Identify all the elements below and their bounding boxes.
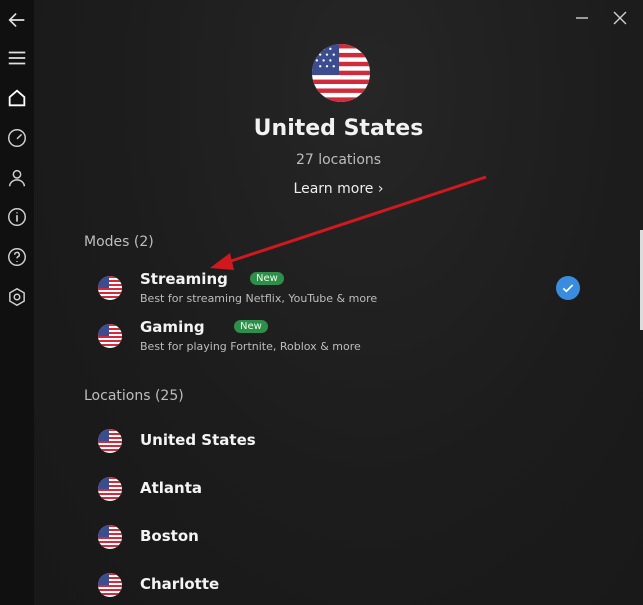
settings-icon <box>9 287 25 307</box>
mode-item-gaming[interactable]: Gaming New Best for playing Fortnite, Ro… <box>98 318 598 358</box>
settings-button[interactable] <box>3 283 31 311</box>
location-name: Atlanta <box>140 479 203 497</box>
mode-description: Best for streaming Netflix, YouTube & mo… <box>140 292 378 305</box>
info-icon <box>8 208 26 226</box>
account-button[interactable] <box>3 164 31 192</box>
mode-description: Best for playing Fortnite, Roblox & more <box>140 340 361 353</box>
location-name: United States <box>140 431 256 449</box>
back-button[interactable] <box>3 6 31 34</box>
mode-item-streaming[interactable]: Streaming New Best for streaming Netflix… <box>98 270 598 310</box>
sidebar <box>0 0 34 605</box>
account-icon <box>8 169 26 187</box>
us-flag-icon <box>98 477 122 501</box>
modes-heading: Modes (2) <box>84 234 154 250</box>
close-icon <box>613 11 627 25</box>
us-flag-icon <box>98 525 122 549</box>
location-count: 27 locations <box>295 152 382 168</box>
help-button[interactable] <box>3 243 31 271</box>
location-name: Charlotte <box>140 575 220 593</box>
speed-gauge-icon <box>8 129 26 147</box>
menu-icon <box>8 51 26 65</box>
country-title: United States <box>253 116 424 141</box>
selected-check-icon <box>556 276 580 300</box>
home-icon <box>8 89 26 107</box>
us-flag-icon <box>98 573 122 597</box>
new-badge: New <box>250 272 284 285</box>
us-flag-icon <box>98 429 122 453</box>
menu-button[interactable] <box>3 44 31 72</box>
info-button[interactable] <box>3 203 31 231</box>
location-item[interactable]: United States <box>98 428 578 458</box>
help-icon <box>8 248 26 266</box>
locations-heading: Locations (25) <box>84 388 184 404</box>
minimize-button[interactable] <box>572 8 592 28</box>
close-button[interactable] <box>610 8 630 28</box>
location-item[interactable]: Charlotte <box>98 572 578 602</box>
us-flag-icon <box>98 276 122 300</box>
back-arrow-icon <box>8 12 25 28</box>
location-item[interactable]: Boston <box>98 524 578 554</box>
us-flag-icon <box>98 324 122 348</box>
location-panel: United States 27 locations Learn more › … <box>34 0 643 605</box>
home-button[interactable] <box>3 84 31 112</box>
speed-test-button[interactable] <box>3 124 31 152</box>
new-badge: New <box>234 320 268 333</box>
minimize-icon <box>576 17 588 19</box>
mode-name: Streaming <box>140 270 228 288</box>
location-name: Boston <box>140 527 199 545</box>
learn-more-link[interactable]: Learn more › <box>34 181 643 197</box>
us-flag-icon <box>312 44 370 102</box>
mode-name: Gaming <box>140 318 205 336</box>
location-item[interactable]: Atlanta <box>98 476 578 506</box>
